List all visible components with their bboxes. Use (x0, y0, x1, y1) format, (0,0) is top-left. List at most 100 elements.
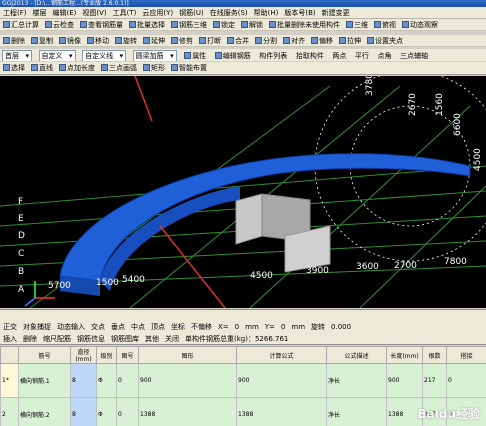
point-angle-button[interactable]: 点角 (374, 50, 394, 61)
parallel-button[interactable]: 平行 (352, 50, 372, 61)
menu-item[interactable]: 版本号(B) (281, 7, 318, 18)
draw-tool-button[interactable]: 三点画弧 (98, 62, 140, 74)
component-list-button[interactable]: 构件列表 (256, 50, 290, 61)
menu-item[interactable]: 编辑(E) (50, 7, 80, 18)
toolbar-button[interactable]: 打断 (196, 35, 224, 46)
table-cell-grade[interactable]: Φ (96, 363, 117, 398)
3d-viewport[interactable]: F E D C B A 5700 1500 5400 4500 3900 360… (0, 76, 486, 308)
toolbar-button[interactable]: 动态观察 (399, 19, 441, 30)
column-header[interactable]: 图形 (138, 346, 237, 364)
toolbar-button[interactable]: 俯视 (371, 19, 399, 30)
menu-item[interactable]: 在线服务(S) (207, 7, 251, 18)
column-header[interactable]: 图号 (116, 346, 139, 364)
table-cell-formula[interactable]: 900 (236, 363, 327, 398)
rebar-toolbar-button[interactable]: 钢筋信息 (74, 333, 108, 344)
table-cell-len[interactable]: 900 (386, 363, 423, 398)
snap-toggle[interactable]: 交点 (88, 321, 108, 333)
rebar-toolbar-button[interactable]: 缩尺配筋 (40, 333, 74, 344)
three-point-axis-button[interactable]: 三点辅轴 (397, 50, 431, 61)
draw-tool-button[interactable]: 选择 (0, 62, 28, 74)
column-header[interactable]: 直径(mm) (70, 346, 97, 364)
rebar-toolbar-button[interactable]: 删除 (20, 333, 40, 344)
rebar-toolbar-button[interactable]: 关闭 (162, 333, 182, 344)
toolbar-button[interactable]: 合并 (224, 35, 252, 46)
table-cell-fig[interactable]: 0 (116, 397, 139, 426)
toolbar-button[interactable]: 三维 (343, 19, 371, 30)
snap-toggle[interactable]: mm (288, 321, 308, 333)
toolbar-button[interactable]: 镜像 (56, 35, 84, 46)
table-cell-idx[interactable]: 2 (0, 397, 19, 426)
toolbar-button[interactable]: 旋转 (112, 35, 140, 46)
table-cell-desc[interactable]: 净长 (326, 397, 387, 426)
menu-item[interactable]: 视图(V) (79, 7, 109, 18)
pick-component-button[interactable]: 拾取构件 (293, 50, 327, 61)
toolbar-button[interactable]: 拉伸 (336, 35, 364, 46)
menu-item[interactable]: 钢筋(U) (176, 7, 207, 18)
menu-item[interactable]: 工具(T) (110, 7, 140, 18)
draw-tool-button[interactable]: 矩形 (140, 62, 168, 74)
menu-item[interactable]: 新建变更 (319, 7, 353, 18)
two-point-button[interactable]: 两点 (329, 50, 349, 61)
column-header[interactable]: 根数 (422, 346, 447, 364)
floor-select[interactable]: 首层 (2, 50, 32, 61)
snap-toggle[interactable]: 中点 (128, 321, 148, 333)
snap-toggle[interactable]: 0 (232, 321, 242, 333)
properties-button[interactable]: 属性 (181, 50, 209, 61)
menu-item[interactable]: 帮助(H) (251, 7, 282, 18)
toolbar-button[interactable]: 删除 (0, 35, 28, 46)
column-header[interactable]: 筋号 (18, 346, 71, 364)
table-cell-fig[interactable]: 0 (116, 363, 139, 398)
rebar-toolbar-button[interactable]: 钢筋图库 (108, 333, 142, 344)
snap-toggle[interactable]: 顶点 (148, 321, 168, 333)
column-header[interactable]: 计算公式 (236, 346, 327, 364)
column-header[interactable]: 搭接 (446, 346, 486, 364)
table-cell-lap[interactable]: 0 (446, 363, 486, 398)
toolbar-button[interactable]: 偏移 (308, 35, 336, 46)
toolbar-button[interactable]: 钢筋三维 (168, 19, 210, 30)
category-select[interactable]: 自定义 (38, 50, 76, 61)
toolbar-button[interactable]: 移动 (84, 35, 112, 46)
toolbar-button[interactable]: 云检查 (42, 19, 77, 30)
table-cell-grade[interactable]: Φ (96, 397, 117, 426)
type-select[interactable]: 自定义线 (82, 50, 127, 61)
column-header[interactable] (0, 346, 19, 364)
snap-toggle[interactable]: X= (215, 321, 232, 333)
snap-toggle[interactable]: 不偏移 (188, 321, 215, 333)
toolbar-button[interactable]: 分割 (252, 35, 280, 46)
table-cell-dia[interactable]: 8 (70, 363, 97, 398)
draw-tool-button[interactable]: 智能布置 (168, 62, 210, 74)
table-row[interactable]: 2 横向钢筋.2 8 Φ 0 1388 1388 净长 1388 217 0 (0, 397, 486, 426)
snap-toggle[interactable]: 动态输入 (54, 321, 88, 333)
component-name-select[interactable]: 圆梁加筋 (132, 50, 177, 61)
toolbar-button[interactable]: 延伸 (140, 35, 168, 46)
toolbar-button[interactable]: 解锁 (238, 19, 266, 30)
table-cell-idx[interactable]: 1* (0, 363, 19, 398)
toolbar-button[interactable]: 修剪 (168, 35, 196, 46)
table-cell-desc[interactable]: 净长 (326, 363, 387, 398)
table-cell-name[interactable]: 横向钢筋.2 (18, 397, 71, 426)
toolbar-button[interactable]: 批量删除未使用构件 (266, 19, 343, 30)
table-cell-count[interactable]: 217 (422, 363, 447, 398)
toolbar-button[interactable]: 设置夹点 (364, 35, 406, 46)
table-cell-name[interactable]: 横向钢筋.1 (18, 363, 71, 398)
edit-rebar-button[interactable]: 编辑钢筋 (212, 50, 254, 61)
snap-toggle[interactable]: 坐标 (168, 321, 188, 333)
rebar-toolbar-button[interactable]: 插入 (0, 333, 20, 344)
3d-model-canvas[interactable]: F E D C B A 5700 1500 5400 4500 3900 360… (0, 76, 486, 308)
toolbar-button[interactable]: 复制 (28, 35, 56, 46)
table-cell-shape[interactable]: 1388 (138, 397, 237, 426)
table-cell-shape[interactable]: 900 (138, 363, 237, 398)
toolbar-button[interactable]: 查看钢筋量 (77, 19, 126, 30)
column-header[interactable]: 公式描述 (326, 346, 387, 364)
column-header[interactable]: 长度(mm) (386, 346, 423, 364)
menu-item[interactable]: 云应用(Y) (139, 7, 176, 18)
rebar-toolbar-button[interactable]: 其他 (142, 333, 162, 344)
draw-tool-button[interactable]: 点加长度 (56, 62, 98, 74)
snap-toggle[interactable]: 0.000 (328, 321, 354, 333)
snap-toggle[interactable]: 0 (278, 321, 288, 333)
toolbar-button[interactable]: 对齐 (280, 35, 308, 46)
wall-blocks[interactable] (235, 193, 331, 273)
snap-toggle[interactable]: 正交 (0, 321, 20, 333)
toolbar-button[interactable]: 批量选择 (126, 19, 168, 30)
toolbar-button[interactable]: 汇总计算 (0, 19, 42, 30)
